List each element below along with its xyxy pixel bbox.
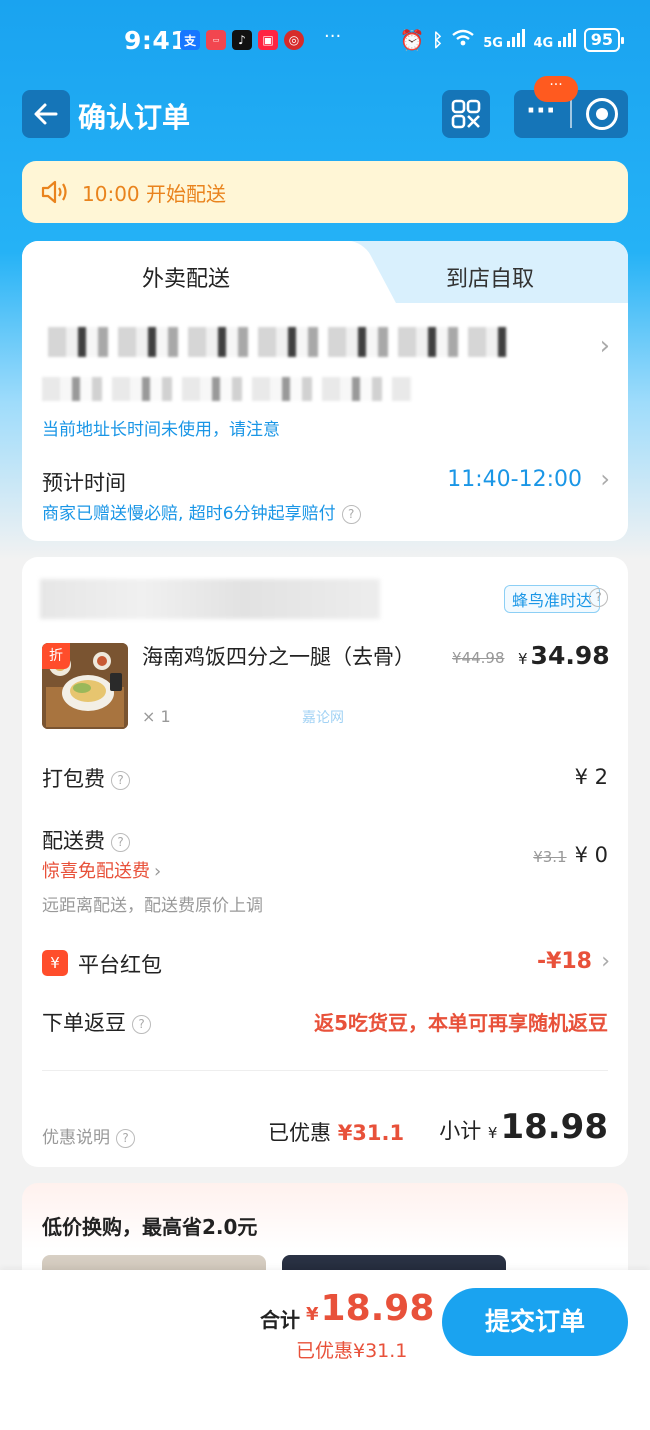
subtotal-value: 18.98 — [500, 1107, 608, 1147]
delivery-card: 外卖配送 到店自取 › 当前地址长时间未使用，请注意 预计时间 11:40-12… — [22, 241, 628, 541]
order-card: 蜂鸟准时达 ? 折 海南鸡饭四分之一腿（去骨） × 1 嘉论网 ¥44.98 ¥… — [22, 557, 628, 1167]
redpacket-label: 平台红包 — [78, 953, 162, 977]
discount-explanation[interactable]: 优惠说明? — [42, 1123, 135, 1148]
qr-scan-icon — [451, 99, 481, 129]
food-image: 折 — [42, 643, 128, 729]
eta-guarantee-text: 商家已赠送慢必赔, 超时6分钟起享赔付 — [42, 504, 336, 524]
back-button[interactable] — [22, 90, 70, 138]
network-4g-label: 4G — [533, 36, 554, 51]
saved-value: ¥31.1 — [337, 1121, 405, 1145]
address-chevron-icon[interactable]: › — [600, 331, 610, 361]
notice-text: 10:00 开始配送 — [82, 181, 226, 206]
status-right: ⏰ ᛒ 5G 4G 95 — [399, 28, 625, 52]
status-more-icon: ··· — [324, 26, 342, 47]
address-redacted[interactable] — [48, 327, 508, 357]
wifi-icon — [451, 29, 475, 51]
qr-scan-button[interactable] — [442, 90, 490, 138]
delivery-notice: 10:00 开始配送 — [22, 161, 628, 223]
shipping-fee-value: ¥3.1 ¥ 0 — [533, 843, 608, 867]
watermark: 嘉论网 — [302, 710, 344, 726]
bluetooth-icon: ᛒ — [432, 29, 444, 51]
subtotal: 小计 ¥18.98 — [439, 1107, 608, 1147]
food-price-currency: ¥ — [518, 650, 528, 668]
question-icon[interactable]: ? — [111, 770, 130, 790]
app-circle-icon: ◎ — [284, 30, 304, 50]
divider — [42, 1070, 608, 1071]
packing-fee-value: ¥ 2 — [574, 765, 608, 789]
question-icon[interactable]: ? — [341, 504, 361, 524]
food-quantity: × 1 — [142, 707, 171, 726]
packing-fee-label: 打包费 — [42, 767, 105, 791]
question-icon[interactable]: ? — [132, 1014, 151, 1034]
signal-5g-icon: 5G — [483, 29, 526, 51]
app-notify-icon: ▭ — [206, 30, 226, 50]
submit-order-button[interactable]: 提交订单 — [442, 1288, 628, 1356]
status-bar: 9:41 支 ▭ ♪ ▣ ◎ ··· ⏰ ᛒ 5G 4G 95 — [0, 22, 650, 62]
food-original-price: ¥44.98 — [452, 649, 505, 667]
food-price-value: 34.98 — [530, 641, 610, 670]
saved-label: 已优惠 — [268, 1121, 331, 1145]
bean-reward: 下单返豆? — [42, 1007, 151, 1037]
total-label: 合计 — [260, 1308, 300, 1332]
speaker-icon — [41, 180, 67, 204]
tab-pickup-label[interactable]: 到店自取 — [446, 261, 534, 293]
tab-delivery-label[interactable]: 外卖配送 — [142, 261, 230, 293]
discount-tag: 折 — [42, 643, 70, 669]
upsell-title: 低价换购，最高省2.0元 — [42, 1215, 258, 1239]
shipping-promo-text: 惊喜免配送费 — [42, 861, 150, 882]
xiaohongshu-icon: ▣ — [258, 30, 278, 50]
capsule-divider — [570, 100, 572, 128]
close-target-icon[interactable] — [586, 98, 618, 130]
tiktok-icon: ♪ — [232, 30, 252, 50]
alarm-icon: ⏰ — [399, 28, 425, 52]
discount-explanation-label: 优惠说明 — [42, 1128, 110, 1148]
shipping-fee: 配送费? — [42, 825, 130, 855]
checkout-bar: 合计 ¥18.98 已优惠¥31.1 提交订单 — [0, 1270, 650, 1430]
chevron-right-icon: › — [154, 861, 162, 882]
saved-amount: 已优惠 ¥31.1 — [268, 1117, 404, 1147]
eta-guarantee: 商家已赠送慢必赔, 超时6分钟起享赔付? — [42, 499, 361, 524]
packing-fee: 打包费? — [42, 763, 130, 793]
redpacket-icon: ¥ — [42, 950, 68, 976]
redpacket-value[interactable]: -¥18 — [537, 949, 592, 974]
eta-value[interactable]: 11:40-12:00 — [447, 467, 582, 492]
food-price: ¥34.98 — [518, 641, 610, 670]
question-icon[interactable]: ? — [111, 832, 130, 852]
alipay-icon: 支 — [180, 30, 200, 50]
total-price: ¥18.98 — [306, 1288, 434, 1329]
address-warning: 当前地址长时间未使用，请注意 — [42, 420, 280, 440]
shipping-fee-label: 配送费 — [42, 829, 105, 853]
status-app-icons: 支 ▭ ♪ ▣ ◎ — [180, 30, 304, 50]
shipping-current-fee: ¥ 0 — [574, 843, 608, 867]
signal-4g-icon: 4G — [533, 29, 576, 51]
total-value: 18.98 — [320, 1288, 435, 1329]
delivery-service-tag: 蜂鸟准时达 — [503, 585, 600, 613]
shipping-original-fee: ¥3.1 — [533, 848, 567, 866]
total-saved: 已优惠¥31.1 — [296, 1340, 408, 1362]
notification-badge: ··· — [534, 76, 578, 102]
bean-reward-value: 返5吃货豆，本单可再享随机返豆 — [314, 1011, 608, 1035]
food-name: 海南鸡饭四分之一腿（去骨） — [142, 645, 415, 669]
network-5g-label: 5G — [483, 36, 503, 51]
shipping-promo-link[interactable]: 惊喜免配送费 › — [42, 857, 161, 883]
back-arrow-icon — [34, 103, 58, 125]
question-icon[interactable]: ? — [589, 588, 608, 607]
question-icon[interactable]: ? — [116, 1128, 135, 1148]
status-time: 9:41 — [124, 26, 189, 55]
eta-label: 预计时间 — [42, 471, 126, 495]
page-title: 确认订单 — [78, 101, 191, 134]
bean-reward-label: 下单返豆 — [42, 1011, 126, 1035]
chevron-right-icon[interactable]: › — [601, 949, 610, 974]
subtotal-label: 小计 — [439, 1119, 482, 1143]
subtotal-currency: ¥ — [487, 1124, 498, 1142]
total-currency: ¥ — [306, 1304, 319, 1325]
eta-chevron-icon[interactable]: › — [600, 465, 610, 493]
shipping-note: 远距离配送，配送费原价上调 — [42, 896, 263, 916]
battery-icon: 95 — [583, 28, 625, 52]
shop-name-redacted — [40, 579, 380, 619]
contact-redacted[interactable] — [42, 377, 412, 401]
